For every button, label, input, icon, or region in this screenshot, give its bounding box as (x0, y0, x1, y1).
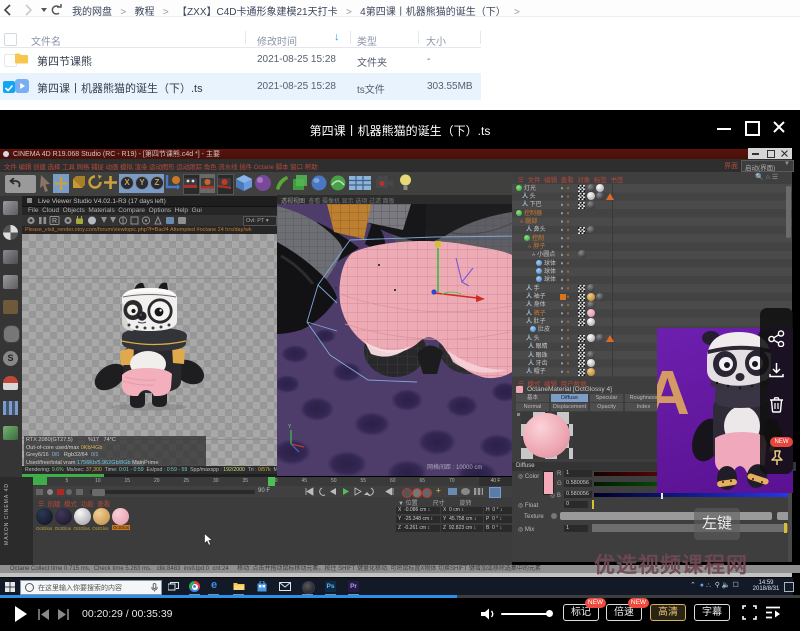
svg-text:R: R (52, 218, 57, 225)
svg-text:网格间距 : 10000 cm: 网格间距 : 10000 cm (427, 463, 482, 471)
